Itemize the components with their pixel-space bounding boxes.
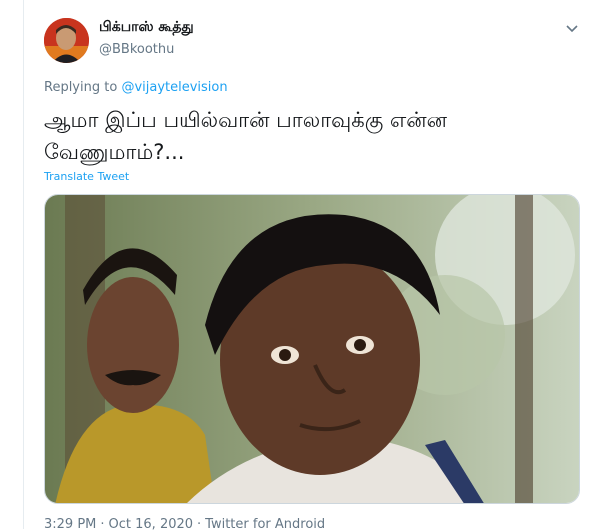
avatar-image [44,18,89,63]
tweet-text-line: வேணுமாம்?... [44,140,185,164]
user-handle[interactable]: @BBkoothu [99,42,174,57]
replying-to: Replying to @vijaytelevision [44,80,228,95]
meta-separator: · [100,517,105,532]
avatar[interactable] [44,18,89,63]
chevron-down-icon[interactable] [565,20,579,34]
translate-tweet-link[interactable]: Translate Tweet [44,170,129,183]
timeline-border [23,0,24,529]
tweet-meta: 3:29 PM · Oct 16, 2020 · Twitter for Android [44,517,329,532]
meta-separator: · [197,517,202,532]
tweet-media-image[interactable] [44,194,580,504]
tweet-text-line: ஆமா இப்ப பயில்வான் பாலாவுக்கு என்ன [44,108,448,132]
tweet-date[interactable]: Oct 16, 2020 [109,517,194,532]
replying-to-prefix: Replying to [44,80,122,95]
tweet-time[interactable]: 3:29 PM [44,517,96,532]
meme-photo [45,195,579,503]
replying-to-link[interactable]: @vijaytelevision [121,80,227,95]
tweet-source[interactable]: Twitter for Android [205,517,325,532]
display-name[interactable]: பிக்பாஸ் கூத்து [99,19,194,37]
tweet-text: ஆமா இப்ப பயில்வான் பாலாவுக்கு என்ன வேணும… [44,104,564,168]
